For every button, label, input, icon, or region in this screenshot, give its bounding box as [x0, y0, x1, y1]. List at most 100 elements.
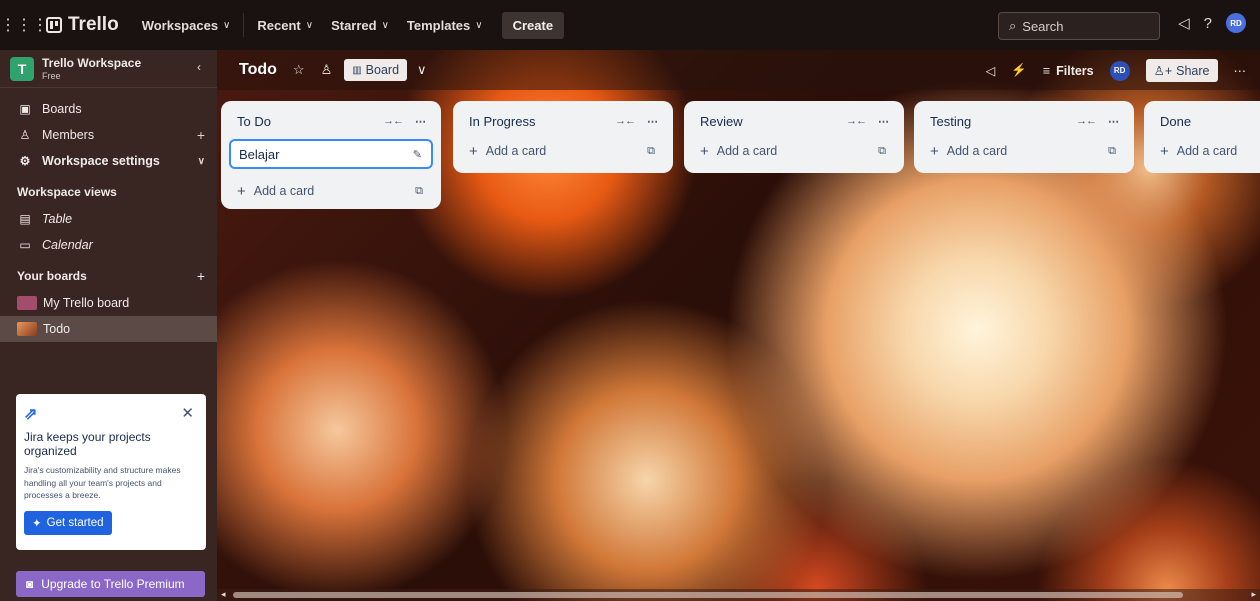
list-title[interactable]: To Do: [237, 114, 271, 129]
power-ups-icon[interactable]: ◁: [986, 63, 996, 78]
collapse-sidebar-icon[interactable]: ‹: [197, 60, 201, 74]
add-card-button[interactable]: + Add a card: [1152, 137, 1260, 165]
add-card-button[interactable]: + Add a card ⧉: [922, 137, 1126, 165]
automation-icon[interactable]: ⚡: [1011, 63, 1027, 78]
table-icon: ▤: [19, 212, 31, 226]
button-label: Add a card: [946, 144, 1008, 158]
workspace-name[interactable]: Trello Workspace: [42, 56, 141, 70]
scroll-right-icon[interactable]: ▸: [1251, 589, 1256, 600]
add-card-button[interactable]: + Add a card ⧉: [692, 137, 896, 165]
list-title[interactable]: In Progress: [469, 114, 535, 129]
filters-button[interactable]: ≡ Filters: [1043, 64, 1094, 78]
app-switcher-icon[interactable]: ⋮⋮⋮: [0, 11, 48, 39]
board-canvas: Todo ☆ ♙ ▥ Board ∨ ◁ ⚡ ≡ Filters RD ♙+ S…: [217, 50, 1260, 601]
sidebar-item-todo[interactable]: Todo: [0, 316, 217, 342]
board-header-actions: ◁ ⚡ ≡ Filters RD ♙+ Share ⋯: [986, 59, 1246, 82]
plus-icon: +: [930, 142, 939, 160]
trello-logo-icon: [46, 17, 62, 33]
nav-recent[interactable]: Recent ∨: [248, 12, 322, 39]
button-label: Share: [1176, 63, 1210, 78]
create-button[interactable]: Create: [501, 11, 565, 39]
more-icon[interactable]: ⋯: [1234, 63, 1247, 78]
sparkle-icon: ✦: [32, 517, 42, 530]
template-icon[interactable]: ⧉: [415, 185, 423, 198]
sidebar-item-workspace-settings[interactable]: ⚙ Workspace settings ∨: [0, 148, 217, 174]
upgrade-button[interactable]: ◙ Upgrade to Trello Premium: [16, 571, 205, 597]
list-to-do: To Do →← ⋯ Belajar ✎ + Add a card ⧉: [221, 101, 441, 209]
board-thumbnail: [17, 322, 37, 336]
visibility-icon[interactable]: ♙: [321, 62, 333, 78]
sidebar-item-calendar[interactable]: ▭ Calendar: [0, 232, 217, 258]
collapse-list-icon[interactable]: →←: [1076, 115, 1097, 128]
list-menu-icon[interactable]: ⋯: [878, 115, 889, 128]
template-icon[interactable]: ⧉: [647, 145, 655, 158]
collapse-list-icon[interactable]: →←: [615, 115, 636, 128]
list-done: Done + Add a card: [1144, 101, 1260, 173]
trello-logo[interactable]: Trello: [46, 14, 119, 36]
jira-icon: ⇗: [24, 406, 38, 423]
nav-templates[interactable]: Templates ∨: [398, 12, 492, 39]
add-board-icon[interactable]: +: [197, 268, 205, 284]
add-card-button[interactable]: + Add a card ⧉: [461, 137, 665, 165]
divider: [243, 13, 245, 37]
chevron-down-icon[interactable]: ∨: [417, 62, 427, 78]
list-menu-icon[interactable]: ⋯: [1108, 115, 1119, 128]
scrollbar-thumb[interactable]: [233, 592, 1183, 598]
star-icon[interactable]: ☆: [293, 62, 305, 78]
member-avatar[interactable]: RD: [1109, 60, 1130, 81]
list-header[interactable]: Review →← ⋯: [692, 109, 896, 133]
brand-name: Trello: [68, 14, 119, 35]
nav-starred[interactable]: Starred ∨: [322, 12, 398, 39]
card-title: Belajar: [239, 146, 280, 162]
edit-icon[interactable]: ✎: [413, 148, 422, 161]
collapse-list-icon[interactable]: →←: [383, 115, 404, 128]
close-icon[interactable]: ✕: [181, 404, 194, 422]
get-started-button[interactable]: ✦ Get started: [24, 510, 112, 535]
sidebar-item-label: Workspace settings: [42, 154, 160, 168]
members-icon: ♙: [19, 128, 31, 142]
list-header[interactable]: Testing →← ⋯: [922, 109, 1126, 133]
sidebar-item-my-trello-board[interactable]: My Trello board: [0, 290, 217, 316]
list-title[interactable]: Review: [700, 114, 743, 129]
list-menu-icon[interactable]: ⋯: [647, 115, 658, 128]
button-label: Add a card: [253, 184, 315, 198]
sidebar-item-table[interactable]: ▤ Table: [0, 206, 217, 232]
calendar-icon: ▭: [19, 238, 31, 252]
board-title[interactable]: Todo: [239, 61, 277, 79]
list-title[interactable]: Done: [1160, 114, 1191, 129]
search-icon: ⌕: [1009, 18, 1017, 33]
sidebar-item-members[interactable]: ♙ Members +: [0, 122, 217, 148]
list-menu-icon[interactable]: ⋯: [415, 115, 426, 128]
chevron-down-icon: ∨: [223, 19, 231, 31]
sidebar-item-label: Boards: [42, 102, 82, 116]
avatar[interactable]: RD: [1226, 13, 1246, 33]
add-member-icon[interactable]: +: [197, 127, 205, 143]
notifications-icon[interactable]: ◁: [1178, 14, 1190, 32]
add-card-button[interactable]: + Add a card ⧉: [229, 177, 433, 205]
share-button[interactable]: ♙+ Share: [1145, 59, 1218, 82]
premium-icon: ◙: [26, 577, 34, 591]
list-header[interactable]: To Do →← ⋯: [229, 109, 433, 133]
card[interactable]: Belajar ✎: [229, 139, 433, 169]
nav-label: Workspaces: [141, 17, 219, 33]
sidebar-item-boards[interactable]: ▣ Boards: [0, 96, 217, 122]
collapse-list-icon[interactable]: →←: [846, 115, 867, 128]
search-placeholder: Search: [1022, 18, 1064, 34]
board-header: Todo ☆ ♙ ▥ Board ∨ ◁ ⚡ ≡ Filters RD ♙+ S…: [217, 50, 1260, 90]
top-right-actions: ◁ ? RD: [1178, 13, 1246, 33]
list-header[interactable]: Done: [1152, 109, 1260, 133]
nav-workspaces[interactable]: Workspaces ∨: [133, 12, 240, 39]
button-label: Add a card: [1176, 144, 1238, 158]
help-icon[interactable]: ?: [1204, 15, 1212, 32]
plus-icon: +: [700, 142, 709, 160]
list-title[interactable]: Testing: [930, 114, 971, 129]
scroll-left-icon[interactable]: ◂: [221, 589, 226, 600]
search-input[interactable]: ⌕ Search: [998, 12, 1160, 40]
list-header[interactable]: In Progress →← ⋯: [461, 109, 665, 133]
template-icon[interactable]: ⧉: [878, 145, 886, 158]
horizontal-scrollbar[interactable]: ◂ ▸: [217, 589, 1260, 601]
board-view-button[interactable]: ▥ Board: [344, 59, 408, 81]
template-icon[interactable]: ⧉: [1108, 145, 1116, 158]
sidebar-item-label: Members: [42, 128, 95, 142]
filter-icon: ≡: [1042, 63, 1051, 78]
